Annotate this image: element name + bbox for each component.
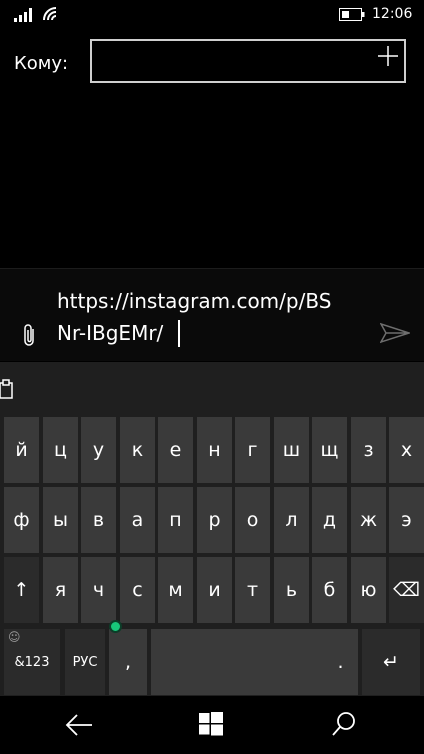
search-icon[interactable] (331, 711, 357, 737)
language-key[interactable]: РУС (65, 629, 105, 695)
key-к[interactable]: к (120, 417, 155, 483)
key-ю[interactable]: ю (351, 557, 386, 623)
windows-logo-icon[interactable] (199, 712, 223, 736)
key-й[interactable]: й (4, 417, 39, 483)
wifi-icon (43, 7, 57, 21)
status-bar: 12:06 (0, 0, 424, 32)
cursor-control-dot[interactable] (109, 620, 122, 633)
back-arrow-icon[interactable] (64, 712, 94, 738)
key-э[interactable]: э (389, 487, 424, 553)
key-п[interactable]: п (158, 487, 193, 553)
key-д[interactable]: д (312, 487, 347, 553)
text-caret (178, 320, 180, 347)
key-а[interactable]: а (120, 487, 155, 553)
backspace-key[interactable]: ⌫ (389, 557, 424, 623)
comma-key[interactable]: , (109, 629, 147, 695)
emoji-icon: ☺ (8, 630, 21, 644)
key-е[interactable]: е (158, 417, 193, 483)
key-ь[interactable]: ь (274, 557, 309, 623)
key-х[interactable]: х (389, 417, 424, 483)
key-р[interactable]: р (197, 487, 232, 553)
key-в[interactable]: в (81, 487, 116, 553)
key-с[interactable]: с (120, 557, 155, 623)
key-б[interactable]: б (312, 557, 347, 623)
paperclip-icon[interactable] (20, 322, 40, 348)
signal-icon (14, 8, 32, 22)
key-ц[interactable]: ц (43, 417, 78, 483)
key-у[interactable]: у (81, 417, 116, 483)
clock: 12:06 (372, 6, 413, 22)
key-ы[interactable]: ы (43, 487, 78, 553)
recipient-input[interactable] (90, 39, 406, 83)
message-text-line-1: https://instagram.com/p/BS (57, 289, 332, 313)
key-ф[interactable]: ф (4, 487, 39, 553)
message-text-line-2: Nr-IBgEMr/ (57, 321, 164, 345)
key-г[interactable]: г (235, 417, 270, 483)
key-ш[interactable]: ш (274, 417, 309, 483)
key-т[interactable]: т (235, 557, 270, 623)
period-key[interactable]: . (323, 629, 358, 695)
key-ж[interactable]: ж (351, 487, 386, 553)
keyboard-suggestion-bar (0, 362, 424, 412)
clipboard-icon[interactable] (0, 378, 14, 400)
plus-icon[interactable] (376, 44, 400, 68)
key-щ[interactable]: щ (312, 417, 347, 483)
battery-icon (339, 8, 365, 21)
key-н[interactable]: н (197, 417, 232, 483)
recipient-label: Кому: (14, 53, 69, 74)
key-я[interactable]: я (43, 557, 78, 623)
enter-key[interactable]: ↵ (362, 629, 420, 695)
key-ч[interactable]: ч (81, 557, 116, 623)
send-icon[interactable] (380, 322, 410, 344)
shift-key[interactable]: ↑ (4, 557, 39, 623)
key-и[interactable]: и (197, 557, 232, 623)
key-з[interactable]: з (351, 417, 386, 483)
message-input[interactable] (0, 269, 424, 361)
key-о[interactable]: о (235, 487, 270, 553)
key-л[interactable]: л (274, 487, 309, 553)
key-м[interactable]: м (158, 557, 193, 623)
